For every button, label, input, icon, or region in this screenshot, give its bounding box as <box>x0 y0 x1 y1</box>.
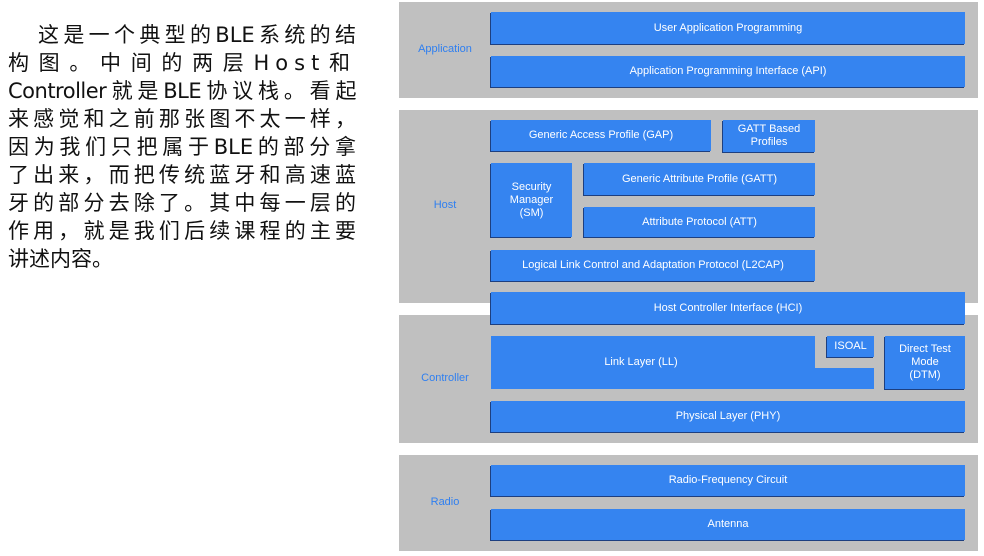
text-line: 牙的部分去除了。其中每一层的 <box>8 191 356 215</box>
text-line: 了出来，而把传统蓝牙和高速蓝 <box>8 163 356 187</box>
text-line: 讲述内容。 <box>8 247 113 271</box>
dtm-block: Direct Test Mode (DTM) <box>885 336 965 389</box>
api-block: Application Programming Interface (API) <box>491 56 965 87</box>
gatt-profiles-block: GATT Based Profiles <box>723 120 815 152</box>
text-line: 构图。中间的两层Host和 <box>8 51 356 75</box>
text-line: Controller就是BLE协议栈。看起 <box>8 79 357 103</box>
l2cap-block: Logical Link Control and Adaptation Prot… <box>491 250 815 281</box>
phy-block: Physical Layer (PHY) <box>491 401 965 432</box>
user-app-block: User Application Programming <box>491 12 965 44</box>
text-line: 作用，就是我们后续课程的主要 <box>8 219 356 243</box>
text-line: 来感觉和之前那张图不太一样， <box>8 107 356 131</box>
host-label: Host <box>433 199 457 211</box>
gatt-block: Generic Attribute Profile (GATT) <box>584 163 815 195</box>
link-layer-label: Link Layer (LL) <box>604 356 678 368</box>
gap-block: Generic Access Profile (GAP) <box>491 120 711 151</box>
att-block: Attribute Protocol (ATT) <box>584 207 815 237</box>
text-line: 因为我们只把属于BLE的部分拿 <box>8 135 356 159</box>
radio-label: Radio <box>430 496 460 508</box>
sm-block: Security Manager (SM) <box>491 163 572 237</box>
controller-label: Controller <box>421 372 469 384</box>
antenna-block: Antenna <box>491 509 965 540</box>
hci-block: Host Controller Interface (HCI) <box>491 292 965 324</box>
application-label: Application <box>418 43 472 55</box>
isoal-block: ISOAL <box>827 336 874 357</box>
rf-block: Radio-Frequency Circuit <box>491 465 965 496</box>
description-paragraph: 这是一个典型的BLE系统的结 构图。中间的两层Host和 Controller就… <box>8 21 357 273</box>
text-line: 这是一个典型的BLE系统的结 <box>38 23 356 47</box>
